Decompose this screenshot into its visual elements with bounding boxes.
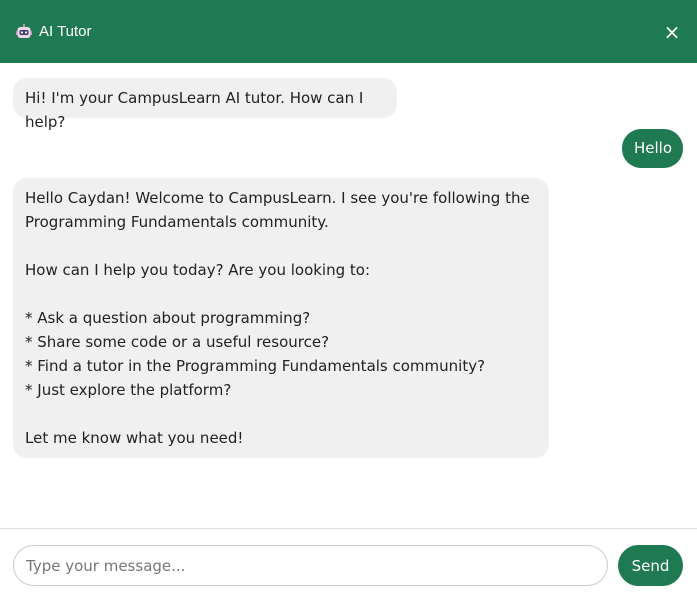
robot-icon: [16, 24, 32, 38]
close-icon[interactable]: ×: [661, 21, 683, 43]
chat-header: AI Tutor ×: [0, 0, 697, 63]
message-composer: Send: [0, 528, 697, 600]
user-message: Hello: [622, 129, 683, 168]
bot-message: Hello Caydan! Welcome to CampusLearn. I …: [13, 178, 549, 458]
message-input[interactable]: [13, 545, 608, 586]
send-button[interactable]: Send: [618, 545, 683, 586]
bot-message: Hi! I'm your CampusLearn AI tutor. How c…: [13, 78, 397, 131]
ai-tutor-chat-window: AI Tutor × Hi! I'm your CampusLearn AI t…: [0, 0, 697, 600]
chat-title: AI Tutor: [39, 23, 92, 40]
message-list: Hi! I'm your CampusLearn AI tutor. How c…: [0, 63, 697, 528]
